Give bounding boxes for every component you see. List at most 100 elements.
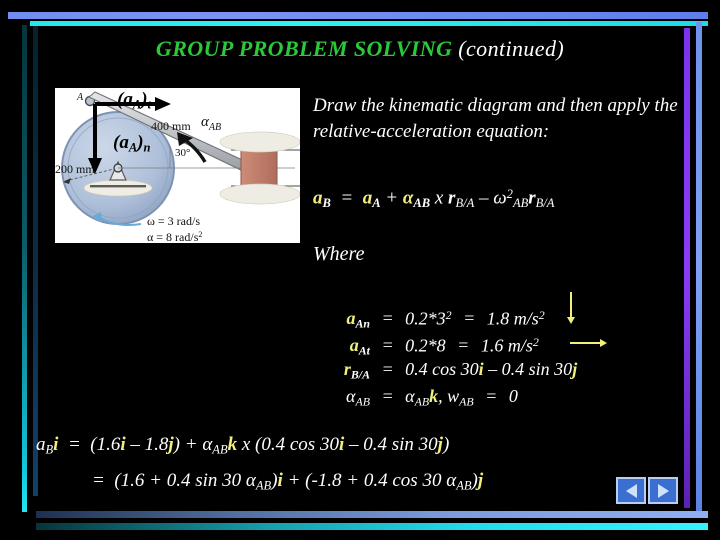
b2-i-hat: i: [277, 470, 283, 491]
rba-equals: =: [381, 359, 394, 379]
figure-label-link-length: 400 mm: [151, 119, 191, 133]
eq-t1-vector: a: [362, 187, 373, 209]
b1-alpha-sub: AB: [212, 442, 228, 457]
an-equals-2: =: [463, 308, 476, 329]
frame-left-teal-bar: [22, 25, 27, 512]
at-equals: =: [381, 335, 394, 356]
figure-label-alpha: α = 8 rad/s2: [147, 230, 202, 243]
b1-alpha-symbol: α: [202, 434, 213, 455]
b1-cross: x: [241, 434, 251, 455]
kinematic-diagram-figure: A B 30° 400 mm 200 mm: [55, 88, 300, 243]
alpha-ab-comma: ,: [438, 386, 443, 406]
previous-slide-button[interactable]: [616, 477, 646, 504]
frame-left-blue-bar: [33, 26, 38, 496]
rba-i-hat: i: [478, 359, 484, 379]
eq-t2-vector: α: [402, 187, 414, 209]
rba-sub: B/A: [350, 367, 370, 382]
b2-alpha-2: α: [446, 470, 457, 491]
at-vector: a: [349, 335, 359, 356]
eq-t2-sub: AB: [413, 196, 431, 211]
figure-label-A: A: [76, 92, 84, 103]
eq-omega-sub: AB: [512, 196, 529, 211]
rba-operator: –: [488, 359, 498, 379]
slide-title-main: GROUP PROBLEM SOLVING: [155, 36, 453, 61]
at-equals-2: =: [457, 335, 470, 356]
w-ab-symbol: w: [447, 386, 460, 406]
alpha-ab-k-hat: k: [429, 386, 439, 406]
b1-minus: –: [130, 434, 140, 455]
b2-j-hat: j: [477, 470, 484, 491]
slide-navigation: [616, 477, 678, 504]
b2-alpha-2-sub: AB: [456, 478, 472, 493]
b1-i-hat-2: i: [338, 434, 345, 455]
b1-i-hat-lhs: i: [53, 434, 59, 455]
b1-term-3: (0.4 cos 30: [255, 434, 339, 455]
eq-minus: –: [479, 187, 489, 209]
alpha-ab-equals: =: [381, 386, 394, 406]
triangle-left-icon: [625, 483, 637, 498]
alpha-ab-rhs-sub: AB: [414, 394, 430, 409]
relative-acceleration-equation: aB = aA + αAB x rB/A – ω2ABrB/A: [313, 187, 554, 211]
b2-equals: =: [92, 470, 105, 491]
triangle-right-icon: [657, 483, 669, 498]
where-row-r-ba: rB/A = 0.4 cos 30i – 0.4 sin 30j: [296, 356, 577, 383]
rba-vector: r: [343, 359, 351, 379]
eq-t5-vector: r: [528, 187, 536, 209]
where-row-a-an: aAn = 0.2*32 = 1.8 m/s2: [296, 292, 577, 331]
frame-top-cyan-bar: [30, 21, 708, 26]
figure-overlay-a-a-t: (aA)t: [117, 89, 151, 113]
b1-a-sub: B: [45, 442, 54, 457]
expanded-equation-line-2: = (1.6 + 0.4 sin 30 αAB)i + (-1.8 + 0.4 …: [92, 470, 483, 494]
instruction-text: Draw the kinematic diagram and then appl…: [313, 95, 678, 143]
slide-title-continued: (continued): [458, 36, 565, 61]
alpha-ab-sub: AB: [355, 394, 370, 409]
at-expression: 0.2*8: [405, 335, 446, 356]
an-expression: 0.2*3: [405, 308, 446, 329]
b1-plus: +: [184, 434, 198, 455]
eq-t3-sub: B/A: [455, 196, 475, 211]
figure-svg: A B 30° 400 mm 200 mm: [55, 91, 300, 243]
eq-equals-1: =: [340, 187, 354, 209]
an-result: 1.8 m/s: [486, 308, 539, 329]
next-slide-button[interactable]: [648, 477, 678, 504]
overlay-an-open: (a: [113, 132, 129, 153]
where-row-alpha-ab: αAB = αABk, wAB = 0: [296, 383, 577, 410]
an-result-sup: 2: [538, 308, 545, 322]
figure-overlay-a-a-n: (aA)n: [113, 132, 151, 156]
overlay-an-sub: A: [128, 140, 138, 155]
b1-close-paren-2: ): [442, 434, 450, 455]
rba-j-hat: j: [572, 359, 578, 379]
an-direction-arrow-down-icon: [567, 292, 575, 324]
at-result-sup: 2: [532, 335, 539, 349]
b1-k-hat: k: [227, 434, 238, 455]
slide-canvas: GROUP PROBLEM SOLVING (continued) A 30° …: [0, 0, 720, 540]
w-ab-sub: AB: [459, 394, 474, 409]
alpha-ab-rhs-symbol: α: [405, 386, 415, 406]
b1-term-1: (1.6: [90, 434, 121, 455]
at-result: 1.6 m/s: [480, 335, 533, 356]
eq-t1-sub: A: [372, 196, 381, 211]
w-ab-value: 0: [508, 386, 518, 406]
eq-omega: ω: [493, 187, 507, 209]
b2-term-2: (-1.8 + 0.4 cos 30: [305, 470, 447, 491]
b2-alpha-1-sub: AB: [255, 478, 272, 493]
at-direction-arrow-right-icon: [570, 339, 607, 347]
where-row-a-at: aAt = 0.2*8 = 1.6 m/s2: [296, 329, 607, 358]
where-equation-list: aAn = 0.2*32 = 1.8 m/s2 aAt = 0.2*8 = 1.…: [296, 292, 607, 410]
rba-term-1: 0.4 cos 30: [405, 359, 479, 379]
b1-term-2: 1.8: [144, 434, 169, 455]
b1-i-hat-1: i: [120, 434, 126, 455]
frame-bottom-blue-bar: [36, 511, 708, 518]
b2-alpha-1: α: [245, 470, 256, 491]
an-expression-sup: 2: [445, 308, 452, 322]
overlay-at-sub: A: [132, 97, 142, 112]
eq-cross: x: [434, 187, 444, 209]
eq-lhs-sub: B: [322, 196, 331, 211]
where-label: Where: [313, 243, 365, 265]
eq-plus: +: [385, 187, 399, 209]
expanded-equation-line-1: aBi = (1.6i – 1.8j) + αABk x (0.4 cos 30…: [36, 434, 449, 458]
b1-close-paren-1: ): [173, 434, 180, 455]
figure-label-radius: 200 mm: [55, 162, 95, 176]
b2-term-1: (1.6 + 0.4 sin 30: [114, 470, 246, 491]
overlay-an-comp: n: [143, 140, 151, 155]
